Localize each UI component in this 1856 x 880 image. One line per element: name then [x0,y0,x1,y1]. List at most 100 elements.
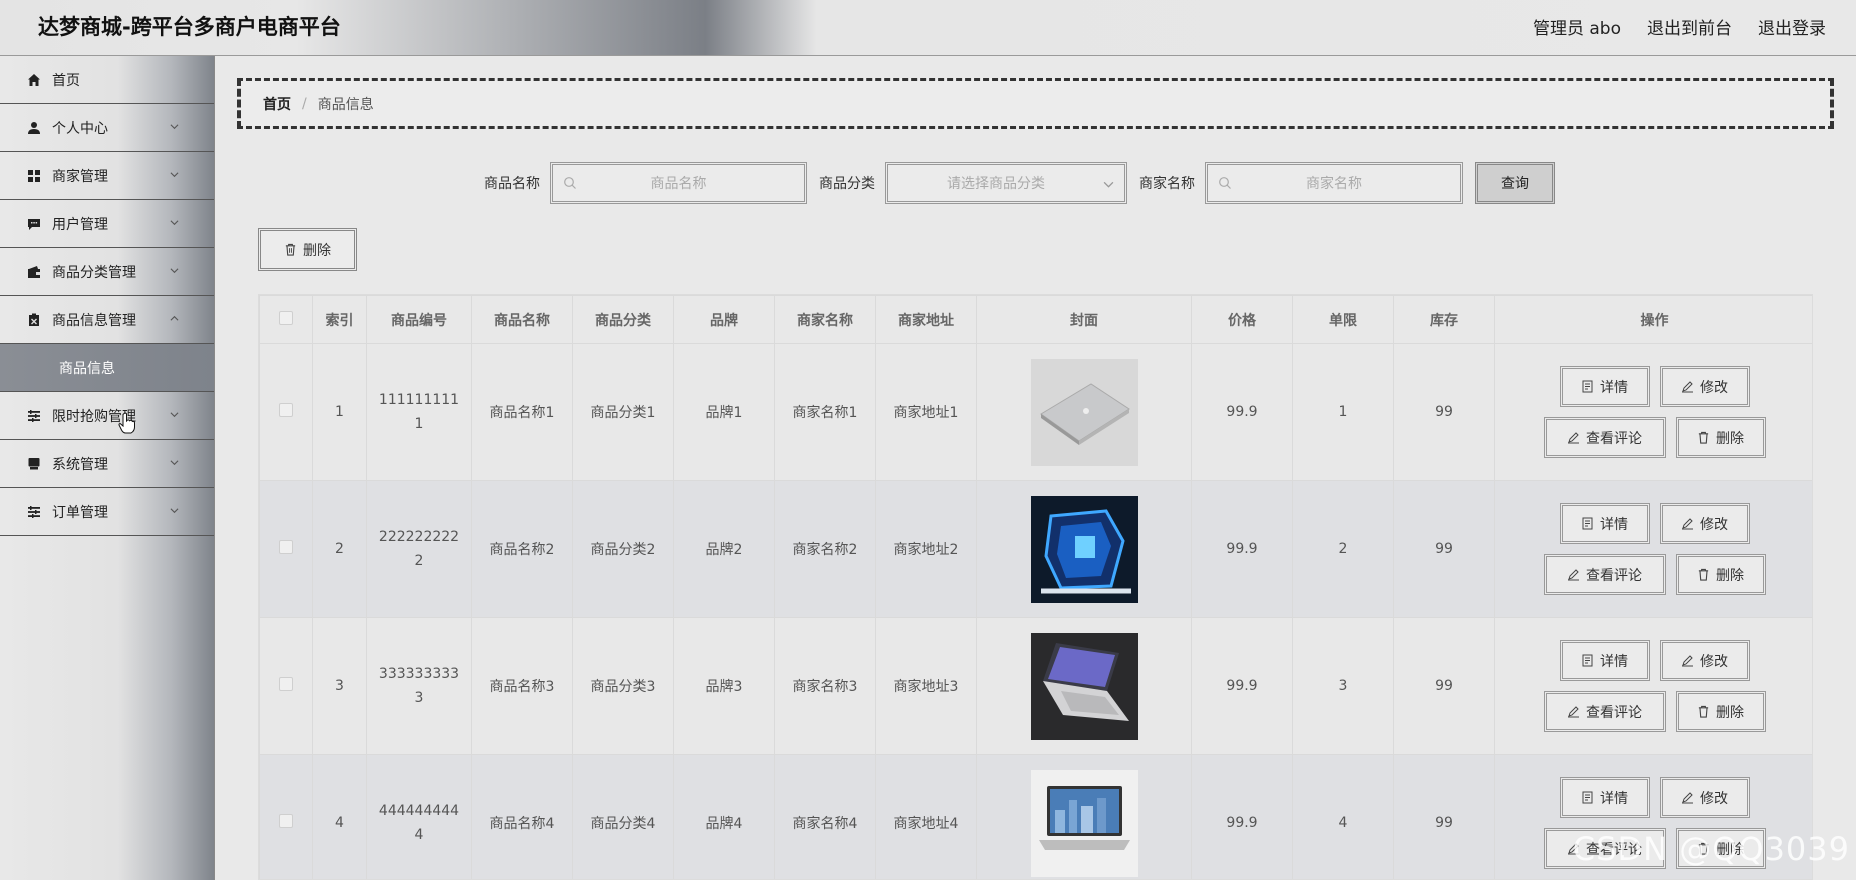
row-select-cell [259,343,313,481]
breadcrumb-separator: / [302,95,307,112]
batch-delete-button[interactable]: 删除 [258,228,357,271]
column-header: 商家名称 [774,295,876,344]
cell-stock: 99 [1393,617,1495,755]
breadcrumb-current: 商品信息 [317,96,374,113]
cell-index: 3 [312,617,367,755]
column-header: 品牌 [673,295,775,344]
pencil-icon [1681,654,1694,667]
cell-category: 商品分类3 [572,617,674,755]
product-category-placeholder: 请选择商品分类 [947,176,1045,192]
product-cover-image[interactable] [1030,632,1138,740]
row-select-cell [259,480,313,618]
pencil-icon [1567,431,1580,444]
product-cover-image[interactable] [1030,358,1138,466]
sidebar-subitem-product-info[interactable]: 商品信息 [0,344,214,392]
cell-index: 4 [312,754,367,879]
cell-cover [976,754,1192,879]
row-checkbox[interactable] [279,814,293,828]
list-icon [27,409,41,423]
detail-label: 详情 [1600,653,1628,670]
sidebar-item-merchant-management[interactable]: 商家管理 [0,152,214,200]
sidebar-item-user-management[interactable]: 用户管理 [0,200,214,248]
sidebar-item-system-management[interactable]: 系统管理 [0,440,214,488]
column-header: 商品分类 [572,295,674,344]
sidebar-item-product-info-management[interactable]: 商品信息管理 [0,296,214,344]
pencil-icon [1681,517,1694,530]
detail-label: 详情 [1600,516,1628,533]
table-row: 2 222222222 2 商品名称2 商品分类2 品牌2 商家名称2 商家地址… [259,480,1812,618]
select-all-checkbox[interactable] [279,310,293,325]
cell-brand: 品牌4 [673,754,775,879]
search-icon [1219,177,1231,189]
exit-to-front-link[interactable]: 退出到前台 [1647,14,1732,39]
view-comments-button[interactable]: 查看评论 [1543,691,1666,732]
sidebar-item-order-management[interactable]: 订单管理 [0,488,214,536]
detail-button[interactable]: 详情 [1559,366,1650,407]
cell-price: 99.9 [1191,754,1293,879]
cell-name: 商品名称2 [471,480,573,618]
sidebar-item-flash-sale-management[interactable]: 限时抢购管理 [0,392,214,440]
chevron-down-icon [1103,181,1114,188]
pencil-icon [1681,791,1694,804]
sidebar-item-category-management[interactable]: 商品分类管理 [0,248,214,296]
detail-button[interactable]: 详情 [1559,503,1650,544]
chevron-down-icon [170,124,179,130]
product-name-input[interactable]: 商品名称 [550,162,807,204]
product-cover-image[interactable] [1030,769,1138,877]
breadcrumb: 首页 / 商品信息 [237,78,1834,129]
column-header: 单限 [1292,295,1394,344]
admin-user-label[interactable]: 管理员 abo [1533,14,1621,39]
row-checkbox[interactable] [279,403,293,417]
sidebar-item-home[interactable]: 首页 [0,56,214,104]
cell-brand: 品牌3 [673,617,775,755]
document-icon [1581,791,1594,804]
header-actions: 管理员 abo 退出到前台 退出登录 [1533,14,1826,39]
sidebar-item-label: 商品分类管理 [52,264,136,281]
delete-button[interactable]: 删除 [1675,691,1766,732]
detail-button[interactable]: 详情 [1559,640,1650,681]
query-button[interactable]: 查询 [1475,162,1555,204]
document-icon [1581,380,1594,393]
cell-cover [976,617,1192,755]
delete-button[interactable]: 删除 [1675,417,1766,458]
row-select-cell [259,754,313,879]
delete-button[interactable]: 删除 [1675,554,1766,595]
sidebar-item-label: 首页 [52,72,80,89]
delete-label: 删除 [1716,704,1744,721]
edit-button[interactable]: 修改 [1659,777,1750,818]
breadcrumb-home[interactable]: 首页 [263,94,291,114]
delete-label: 删除 [1716,567,1744,584]
site-title: 达梦商城-跨平台多商户电商平台 [38,15,341,39]
merchant-name-input[interactable]: 商家名称 [1205,162,1463,204]
sidebar-item-label: 用户管理 [52,216,108,233]
view-comments-button[interactable]: 查看评论 [1543,417,1666,458]
sidebar-item-label: 商家管理 [52,168,108,185]
column-header: 索引 [312,295,367,344]
view-comments-label: 查看评论 [1586,704,1642,721]
product-cover-image[interactable] [1030,495,1138,603]
detail-button[interactable]: 详情 [1559,777,1650,818]
edit-button[interactable]: 修改 [1659,366,1750,407]
cell-address: 商家地址2 [875,480,977,618]
watermark-text: CSDN @QQ3039 [1572,830,1850,868]
merchant-name-placeholder: 商家名称 [1306,176,1362,192]
sidebar: 首页 个人中心 商家管理 用户管理 商品分类管理 商品信息管理 商品信息 限时抢… [0,56,215,880]
row-checkbox[interactable] [279,677,293,691]
product-category-select[interactable]: 请选择商品分类 [885,162,1127,204]
edit-button[interactable]: 修改 [1659,503,1750,544]
list-icon [27,505,41,519]
top-header: 达梦商城-跨平台多商户电商平台 管理员 abo 退出到前台 退出登录 [0,0,1856,56]
sidebar-item-personal-center[interactable]: 个人中心 [0,104,214,152]
home-icon [27,73,41,87]
view-comments-label: 查看评论 [1586,430,1642,447]
edit-button[interactable]: 修改 [1659,640,1750,681]
cell-merchant: 商家名称1 [774,343,876,481]
clipboard-x-icon [27,313,41,327]
row-checkbox[interactable] [279,540,293,554]
view-comments-button[interactable]: 查看评论 [1543,554,1666,595]
sidebar-item-label: 商品信息管理 [52,312,136,329]
sidebar-item-label: 订单管理 [52,504,108,521]
logout-link[interactable]: 退出登录 [1758,14,1826,39]
cell-name: 商品名称1 [471,343,573,481]
cell-cover [976,480,1192,618]
